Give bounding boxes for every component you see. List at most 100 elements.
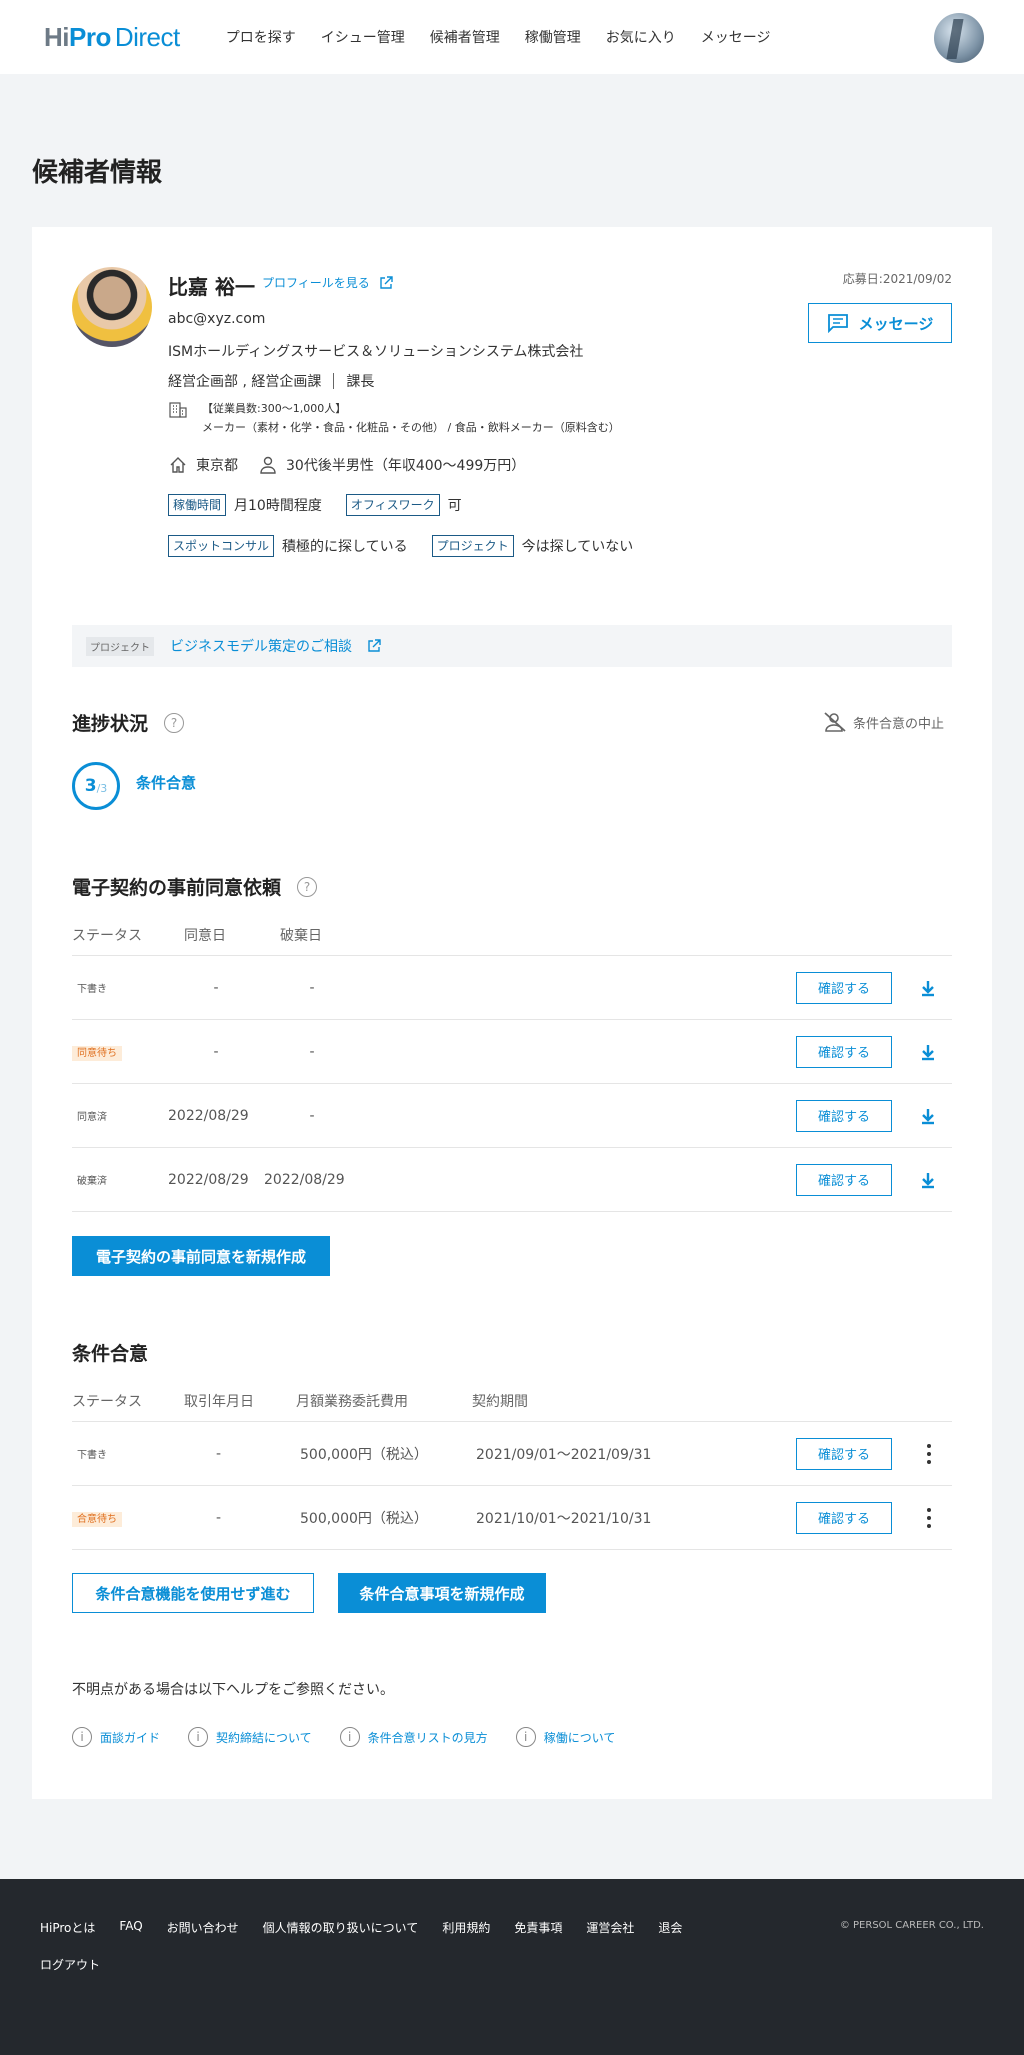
table-row: 同意済 2022/08/29 - 確認する: [72, 1084, 952, 1148]
project-label: プロジェクト: [86, 636, 154, 656]
confirm-button[interactable]: 確認する: [796, 1099, 892, 1132]
chat-icon: [827, 314, 848, 333]
info-icon: i: [188, 1727, 209, 1747]
conditions-title: 条件合意: [72, 1343, 149, 1365]
help-link-interview-guide[interactable]: i 面談ガイド: [72, 1727, 160, 1747]
employee-count: 【従業員数:300〜1,000人】: [202, 402, 347, 415]
table-row: 破棄済 2022/08/29 2022/08/29 確認する: [72, 1148, 952, 1212]
econtract-title: 電子契約の事前同意依頼 ?: [72, 873, 318, 900]
info-icon: i: [515, 1727, 536, 1747]
help-icon[interactable]: ?: [164, 712, 185, 733]
nav-candidate-management[interactable]: 候補者管理: [430, 27, 500, 47]
office-work-tag: オフィスワーク: [345, 494, 440, 516]
spot-consult-tag: スポットコンサル: [168, 535, 275, 557]
help-link-work[interactable]: i 稼働について: [515, 1727, 615, 1747]
download-icon[interactable]: [918, 1170, 938, 1190]
footer-link-faq[interactable]: FAQ: [119, 1919, 142, 1936]
create-conditions-button[interactable]: 条件合意事項を新規作成: [338, 1573, 546, 1613]
nav-favorites[interactable]: お気に入り: [606, 27, 676, 47]
apply-date: 応募日:2021/09/02: [842, 272, 952, 286]
external-link-icon: [368, 639, 381, 652]
footer-link-contact[interactable]: お問い合わせ: [167, 1919, 239, 1936]
confirm-button[interactable]: 確認する: [796, 1035, 892, 1068]
progress-step-indicator: 3/3: [72, 762, 120, 810]
confirm-button[interactable]: 確認する: [796, 971, 892, 1004]
candidate-card: 比嘉 裕一 プロフィールを見る abc@xyz.com ISMホールディングスサ…: [32, 227, 992, 1799]
confirm-button[interactable]: 確認する: [796, 1501, 892, 1534]
footer-link-withdraw[interactable]: 退会: [658, 1919, 682, 1936]
table-header: ステータス 同意日 破棄日: [72, 914, 952, 956]
nav-find-pro[interactable]: プロを探す: [226, 27, 296, 47]
view-profile-link[interactable]: プロフィールを見る: [262, 274, 394, 291]
help-icon[interactable]: ?: [297, 876, 318, 897]
nav-messages[interactable]: メッセージ: [701, 27, 771, 47]
table-row: 合意待ち - 500,000円（税込） 2021/10/01〜2021/10/3…: [72, 1486, 952, 1550]
table-row: 下書き - - 確認する: [72, 956, 952, 1020]
location-row: 東京都 30代後半男性（年収400〜499万円）: [168, 455, 525, 475]
person-icon: [260, 456, 276, 474]
create-econtract-button[interactable]: 電子契約の事前同意を新規作成: [72, 1236, 330, 1276]
status-badge: 同意待ち: [72, 1045, 122, 1061]
footer-link-disclaimer[interactable]: 免責事項: [514, 1919, 562, 1936]
status-badge: 合意待ち: [72, 1511, 122, 1527]
more-menu-icon[interactable]: [926, 1443, 932, 1464]
status-badge: 下書き: [77, 1449, 107, 1461]
footer-links: HiProとは FAQ お問い合わせ 個人情報の取り扱いについて 利用規約 免責…: [40, 1919, 700, 1973]
user-avatar[interactable]: [934, 13, 984, 63]
status-badge: 破棄済: [77, 1175, 107, 1187]
home-icon: [170, 457, 186, 473]
footer-link-terms[interactable]: 利用規約: [442, 1919, 490, 1936]
status-badge: 下書き: [77, 983, 107, 995]
confirm-button[interactable]: 確認する: [796, 1437, 892, 1470]
candidate-company: ISMホールディングスサービス＆ソリューションシステム株式会社: [168, 344, 584, 360]
progress-step-label: 条件合意: [136, 774, 197, 792]
work-conditions-row: 稼働時間 月10時間程度 オフィスワーク 可: [168, 494, 462, 516]
download-icon[interactable]: [918, 1042, 938, 1062]
search-status-row: スポットコンサル 積極的に探している プロジェクト 今は探していない: [168, 535, 633, 557]
more-menu-icon[interactable]: [926, 1507, 932, 1528]
main-nav: プロを探す イシュー管理 候補者管理 稼働管理 お気に入り メッセージ: [226, 27, 771, 47]
person-cancel-icon: [824, 712, 846, 732]
table-header: ステータス 取引年月日 月額業務委託費用 契約期間: [72, 1380, 952, 1422]
progress-title: 進捗状況 ?: [72, 709, 185, 736]
nav-issue-management[interactable]: イシュー管理: [321, 27, 405, 47]
candidate-name: 比嘉 裕一: [168, 275, 255, 299]
help-link-conditions-list[interactable]: i 条件合意リストの見方: [339, 1727, 488, 1747]
help-link-contract[interactable]: i 契約締結について: [188, 1727, 312, 1747]
download-icon[interactable]: [918, 978, 938, 998]
info-icon: i: [339, 1727, 360, 1747]
table-row: 下書き - 500,000円（税込） 2021/09/01〜2021/09/31…: [72, 1422, 952, 1486]
footer-link-company[interactable]: 運営会社: [586, 1919, 634, 1936]
download-icon[interactable]: [918, 1106, 938, 1126]
hipro-direct-logo[interactable]: Hi Pro Direct: [44, 22, 180, 53]
footer-link-privacy[interactable]: 個人情報の取り扱いについて: [263, 1919, 419, 1936]
message-button[interactable]: メッセージ: [808, 303, 952, 343]
work-time-tag: 稼働時間: [168, 494, 227, 516]
table-row: 同意待ち - - 確認する: [72, 1020, 952, 1084]
help-text: 不明点がある場合は以下ヘルプをご参照ください。: [72, 1682, 394, 1698]
project-link[interactable]: ビジネスモデル策定のご相談: [170, 636, 382, 656]
status-badge: 同意済: [77, 1111, 107, 1123]
help-links: i 面談ガイド i 契約締結について i 条件合意リストの見方 i 稼働について: [72, 1727, 615, 1747]
industry: メーカー（素材・化学・食品・化粧品・その他） / 食品・飲料メーカー（原料含む）: [202, 421, 620, 434]
footer-link-logout[interactable]: ログアウト: [40, 1956, 100, 1973]
nav-work-management[interactable]: 稼働管理: [525, 27, 581, 47]
econtract-table: ステータス 同意日 破棄日 下書き - - 確認する 同意待ち - - 確認する…: [72, 914, 952, 1212]
page-title: 候補者情報: [32, 158, 163, 188]
confirm-button[interactable]: 確認する: [796, 1163, 892, 1196]
company-info: 【従業員数:300〜1,000人】 メーカー（素材・化学・食品・化粧品・その他）…: [168, 399, 620, 437]
external-link-icon: [380, 275, 393, 289]
skip-conditions-button[interactable]: 条件合意機能を使用せず進む: [72, 1573, 314, 1613]
candidate-email: abc@xyz.com: [168, 311, 266, 327]
info-icon: i: [72, 1727, 92, 1747]
project-box: プロジェクト ビジネスモデル策定のご相談: [72, 625, 952, 667]
header: Hi Pro Direct プロを探す イシュー管理 候補者管理 稼働管理 お気に入…: [0, 0, 1024, 74]
conditions-table: ステータス 取引年月日 月額業務委託費用 契約期間 下書き - 500,000円…: [72, 1380, 952, 1550]
footer-link-about[interactable]: HiProとは: [40, 1919, 95, 1936]
candidate-department: 経営企画部 , 経営企画課 課長: [168, 373, 375, 390]
project-tag: プロジェクト: [431, 535, 514, 557]
candidate-photo: [72, 267, 152, 347]
footer: HiProとは FAQ お問い合わせ 個人情報の取り扱いについて 利用規約 免責…: [0, 1879, 1024, 2055]
copyright: © PERSOL CAREER CO., LTD.: [839, 1920, 984, 1931]
stop-agreement-link[interactable]: 条件合意の中止: [823, 711, 944, 733]
